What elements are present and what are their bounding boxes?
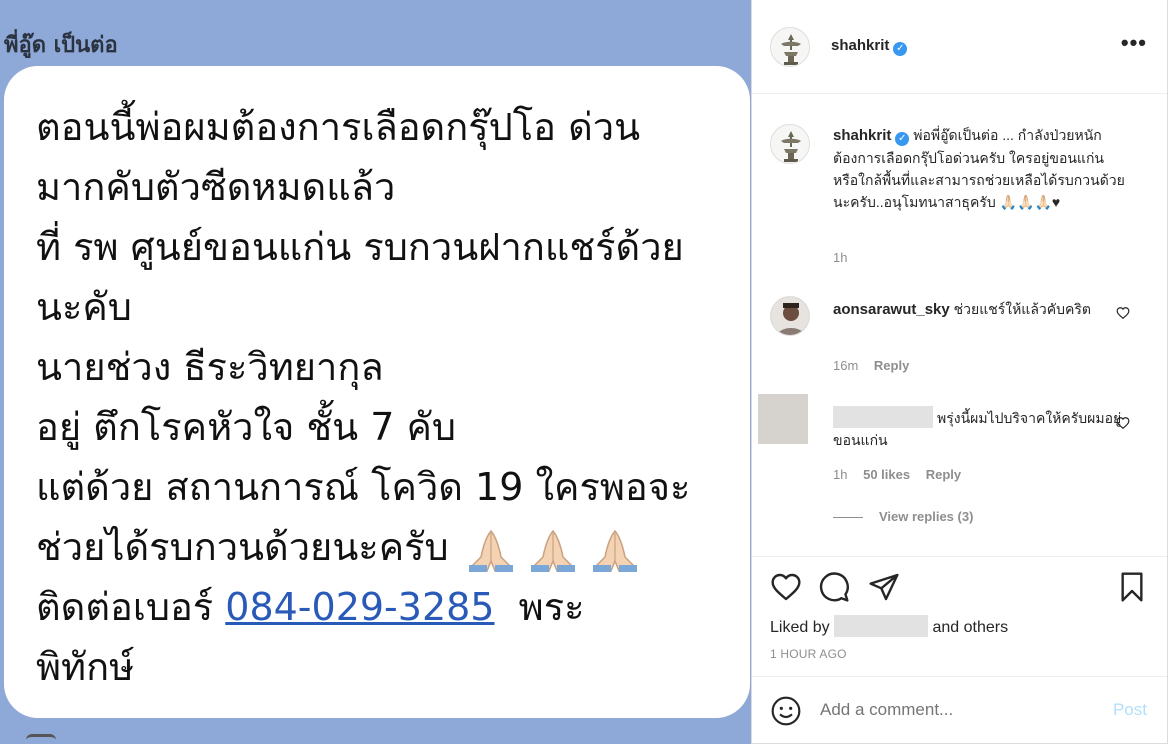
folded-hands-icon [592,529,637,572]
caption-timestamp[interactable]: 1h [833,250,847,265]
author-username[interactable]: shahkrit [831,37,889,54]
comment-text: ช่วยแชร์ให้แล้วคับคริต [953,301,1091,317]
liked-by-prefix: Liked by [770,619,830,636]
comment-input[interactable] [820,700,1090,720]
redacted-liker[interactable] [834,615,929,637]
caption-username[interactable]: shahkrit [833,127,891,144]
redacted-username[interactable] [833,406,933,428]
avatar[interactable] [770,124,810,164]
message-line: นะคับ [36,285,132,329]
divider-line [833,517,863,519]
comment-username[interactable]: aonsarawut_sky [833,301,950,318]
phone-number-link[interactable]: 084-029-3285 [225,585,494,629]
comment-time[interactable]: 1h [833,467,847,482]
heart-icon[interactable] [770,571,802,603]
verified-badge-icon: ✓ [895,132,910,146]
contact-prefix: ติดต่อเบอร์ [36,585,226,629]
contact-line: ติดต่อเบอร์ 084-029-3285 พระ [36,584,585,630]
redacted-avatar[interactable] [758,394,808,444]
post-actions: Liked by and others 1 HOUR AGO [752,556,1167,676]
user-photo-icon [771,297,809,335]
message-line: ตอนนี้พ่อผมต้องการเลือดกรุ๊ปโอ ด่วน [36,105,641,149]
comment-body: aonsarawut_sky ช่วยแชร์ให้แล้วคับคริต [833,298,1123,321]
avatar[interactable] [770,296,810,336]
liked-by-summary: Liked by and others [770,615,1008,637]
post-author: shahkrit ✓ [831,37,908,56]
message-line: อยู่ ตึกโรคหัวใจ ชั้น 7 คับ [36,405,457,449]
liked-by-others[interactable]: and others [933,619,1009,636]
view-replies-label[interactable]: View replies (3) [879,509,973,524]
comment-body: พรุ่งนี้ผมไปบริจาคให้ครับผมอยู่ขอนแก่น [833,406,1123,451]
post-timestamp[interactable]: 1 HOUR AGO [770,647,847,661]
like-comment-heart-icon[interactable] [1116,306,1130,323]
view-replies-toggle[interactable]: View replies (3) [833,509,973,524]
comment-meta: 1h 50 likes Reply [833,467,961,482]
message-text: ช่วยได้รบกวนด้วยนะครับ [36,525,449,569]
avatar[interactable] [770,27,810,67]
reply-button[interactable]: Reply [926,467,961,482]
message-line: แต่ด้วย สถานการณ์ โควิด 19 ใครพอจะ [36,465,691,509]
comment-time[interactable]: 16m [833,358,858,373]
like-comment-heart-icon[interactable] [1116,416,1130,433]
contact-suffix: พระ [494,585,585,629]
bookmark-icon[interactable] [1116,571,1148,603]
message-line: ที่ รพ ศูนย์ขอนแก่น รบกวนฝากแชร์ด้วย [36,225,684,269]
cropped-text-fragment [26,734,56,744]
chat-sender-name: พี่อู๊ด เป็นต่อ [4,33,118,58]
emoji-icon[interactable] [770,695,802,727]
post-image[interactable]: พี่อู๊ด เป็นต่อ ตอนนี้พ่อผมต้องการเลือดก… [0,0,752,744]
more-options-icon[interactable]: ••• [1121,30,1147,56]
chat-message-bubble: ตอนนี้พ่อผมต้องการเลือดกรุ๊ปโอ ด่วน มากค… [4,66,750,718]
fountain-statue-icon [771,125,809,163]
message-line: มากคับตัวซีดหมดแล้ว [36,165,396,209]
fountain-statue-icon [771,28,809,66]
message-line-with-emoji: ช่วยได้รบกวนด้วยนะครับ [36,524,649,573]
verified-badge-icon: ✓ [893,42,908,56]
prayer-emoji-group [463,524,649,573]
caption-text-block: shahkrit ✓ พ่อพี่อู๊ดเป็นต่อ ... กำลังป่ว… [833,124,1133,213]
post-comment-button[interactable]: Post [1113,700,1147,720]
message-line: นายช่วง ธีระวิทยากุล [36,345,384,389]
folded-hands-icon [530,529,575,572]
share-icon[interactable] [868,571,900,603]
comment-likes[interactable]: 50 likes [863,467,910,482]
post-header: shahkrit ✓ ••• [752,0,1167,94]
message-line: พิทักษ์ [36,645,135,689]
folded-hands-icon [468,529,513,572]
reply-button[interactable]: Reply [874,358,909,373]
post-sidebar: shahkrit ✓ ••• shahkrit ✓ พ่อพี่อู๊ดเป็นต่… [752,0,1168,744]
comment-meta: 16m Reply [833,358,909,373]
comment-bar: Post [752,676,1167,744]
comment-icon[interactable] [818,571,850,603]
